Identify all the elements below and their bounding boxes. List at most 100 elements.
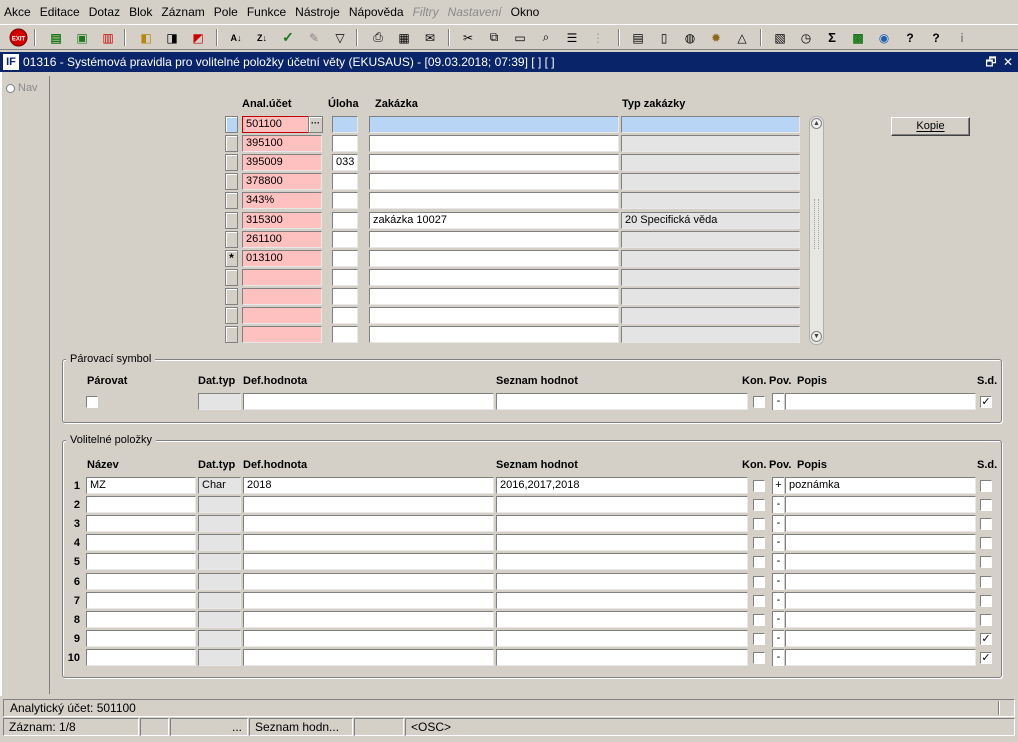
scroll-down-arrow-icon[interactable]: ▼ [811,331,822,342]
zakazka-field[interactable] [369,231,619,248]
query-cancel-button[interactable]: ◩ [188,28,208,47]
nazev-field[interactable] [86,611,196,628]
dattyp-field[interactable] [198,534,241,551]
anal-ucet-field[interactable]: 261100 [242,231,322,248]
zakazka-field[interactable] [369,154,619,171]
uloha-field[interactable] [332,116,358,133]
report-button[interactable]: ▧ [770,28,790,47]
pov-field[interactable]: - [772,534,784,551]
defhodnota-field[interactable] [243,649,494,666]
defhodnota-field[interactable]: 2018 [243,477,494,494]
menu-item[interactable]: Nastavení [448,5,502,19]
seznam-hodnot-field[interactable] [496,534,748,551]
dattyp-field[interactable] [198,592,241,609]
par-popis-field[interactable] [785,393,976,410]
kon-checkbox[interactable] [753,652,765,664]
menu-item[interactable]: Nástroje [295,5,340,19]
new-record-button[interactable]: ▤ [46,28,66,47]
mail-button[interactable]: ✉ [420,28,440,47]
menu-item[interactable]: Okno [511,5,540,19]
dattyp-field[interactable] [198,611,241,628]
sd-checkbox[interactable]: ✓ [980,633,992,645]
row-selector[interactable] [225,116,238,133]
zakazka-field[interactable] [369,326,619,343]
anal-ucet-field[interactable]: 378800 [242,173,322,190]
seznam-hodnot-field[interactable]: 2016,2017,2018 [496,477,748,494]
uloha-field[interactable] [332,231,358,248]
menu-item[interactable]: Funkce [247,5,286,19]
popis-field[interactable] [785,496,976,513]
uloha-field[interactable] [332,269,358,286]
uloha-field[interactable] [332,326,358,343]
query-execute-button[interactable]: ◨ [162,28,182,47]
clock-button[interactable]: ◷ [796,28,816,47]
sd-checkbox[interactable] [980,499,992,511]
lov-button[interactable]: ··· [308,116,323,133]
pov-field[interactable]: - [772,630,784,647]
typ-zakazky-field[interactable] [621,326,800,343]
seznam-hodnot-field[interactable] [496,630,748,647]
nazev-field[interactable] [86,515,196,532]
copy-button[interactable]: ⧉ [484,28,504,47]
save-button[interactable]: ▣ [72,28,92,47]
sd-checkbox[interactable] [980,537,992,549]
kon-checkbox[interactable] [753,576,765,588]
browser-button[interactable]: ◉ [874,28,894,47]
pov-field[interactable]: - [772,649,784,666]
pov-field[interactable]: - [772,592,784,609]
dattyp-field[interactable] [198,515,241,532]
typ-zakazky-field[interactable] [621,135,800,152]
parovat-checkbox[interactable] [86,396,98,408]
settings-button[interactable]: ✹ [706,28,726,47]
typ-zakazky-field[interactable] [621,231,800,248]
kon-checkbox[interactable] [753,518,765,530]
popis-field[interactable] [785,649,976,666]
nazev-field[interactable] [86,573,196,590]
defhodnota-field[interactable] [243,553,494,570]
par-seznam-field[interactable] [496,393,748,410]
menu-item[interactable]: Filtry [413,5,439,19]
anal-ucet-field[interactable] [242,326,322,343]
info-button[interactable]: i [952,28,972,47]
pov-field[interactable]: - [772,553,784,570]
row-selector[interactable] [225,135,238,152]
sd-checkbox[interactable] [980,518,992,530]
kon-checkbox[interactable] [753,556,765,568]
popis-field[interactable] [785,553,976,570]
defhodnota-field[interactable] [243,515,494,532]
seznam-hodnot-field[interactable] [496,649,748,666]
row-selector[interactable] [225,307,238,324]
seznam-hodnot-field[interactable] [496,611,748,628]
defhodnota-field[interactable] [243,496,494,513]
sd-checkbox[interactable] [980,595,992,607]
popis-field[interactable] [785,534,976,551]
exit-button[interactable]: EXIT [8,28,28,47]
kon-checkbox[interactable] [753,499,765,511]
typ-zakazky-field[interactable] [621,269,800,286]
anal-ucet-field[interactable]: 013100 [242,250,322,267]
uloha-field[interactable] [332,307,358,324]
kon-checkbox[interactable] [753,480,765,492]
close-button[interactable]: ✕ [1001,55,1015,69]
scroll-thumb-grip[interactable] [814,199,819,249]
zakazka-field[interactable] [369,307,619,324]
kon-checkbox[interactable] [753,633,765,645]
row-selector[interactable] [225,269,238,286]
typ-zakazky-field[interactable] [621,173,800,190]
dattyp-field[interactable] [198,496,241,513]
defhodnota-field[interactable] [243,611,494,628]
paste-button[interactable]: ▭ [510,28,530,47]
menu-item[interactable]: Akce [4,5,31,19]
nazev-field[interactable] [86,496,196,513]
menu-item[interactable]: Nápověda [349,5,404,19]
search-button[interactable]: ⌕ [536,28,556,47]
tools-button[interactable]: ✎ [304,28,324,47]
zakazka-field[interactable] [369,173,619,190]
sd-checkbox[interactable] [980,614,992,626]
sum-button[interactable]: Σ [822,28,842,47]
anal-ucet-field[interactable]: 395009 [242,154,322,171]
cut-button[interactable]: ✂ [458,28,478,47]
tree-button[interactable]: ⋮ [588,28,608,47]
row-selector[interactable] [225,173,238,190]
row-selector[interactable] [225,212,238,229]
